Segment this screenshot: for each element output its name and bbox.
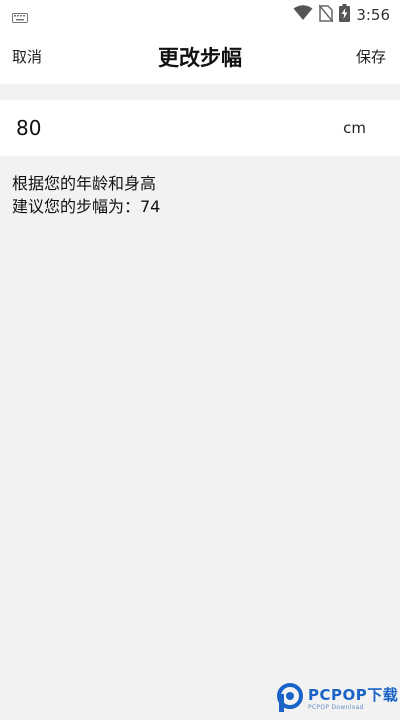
no-sim-icon [318,4,334,26]
watermark-sub: PCPOP Download [308,703,364,711]
wifi-icon [293,5,313,25]
save-button[interactable]: 保存 [356,46,386,67]
keyboard-icon [12,8,28,23]
status-time: 3:56 [356,6,390,24]
status-bar: 3:56 [0,0,400,30]
watermark-brand: PCPOP下载 [308,685,399,704]
battery-charging-icon [339,4,351,26]
stride-suggestion: 根据您的年龄和身高 建议您的步幅为：74 [12,172,382,218]
stride-input[interactable] [16,100,316,156]
page-title: 更改步幅 [158,46,242,70]
header-bar: 取消 更改步幅 保存 [0,30,400,84]
suggestion-line-1: 根据您的年龄和身高 [12,174,157,193]
suggestion-line-2: 建议您的步幅为：74 [12,197,161,216]
stride-input-row: cm [0,100,400,156]
pcpop-logo-icon [276,682,304,716]
status-icons: 3:56 [293,4,390,26]
watermark: PCPOP下载 PCPOP Download [276,682,400,716]
stride-unit-label: cm [343,119,366,137]
